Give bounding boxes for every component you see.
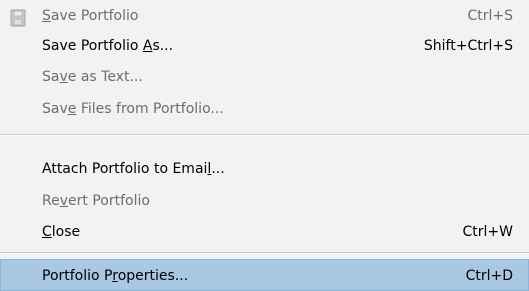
menu-item-portfolio-properties[interactable]: Portfolio Properties... Ctrl+D	[0, 259, 529, 291]
menu-item-shortcut: Ctrl+D	[465, 268, 513, 284]
file-menu: Save Portfolio Ctrl+S Save Portfolio As.…	[0, 0, 529, 291]
menu-item-revert-portfolio[interactable]: Revert Portfolio	[0, 185, 529, 217]
menu-separator	[0, 134, 529, 136]
menu-item-save-portfolio-as[interactable]: Save Portfolio As... Shift+Ctrl+S	[0, 30, 529, 62]
menu-item-attach-portfolio-to-email[interactable]: Attach Portfolio to Email...	[0, 153, 529, 185]
menu-item-label: Save as Text...	[42, 69, 143, 85]
save-disk-icon	[8, 7, 28, 27]
menu-item-shortcut: Ctrl+W	[462, 224, 513, 240]
menu-item-close[interactable]: Close Ctrl+W	[0, 216, 529, 248]
menu-item-shortcut: Shift+Ctrl+S	[423, 38, 513, 54]
menu-item-label: Save Portfolio	[42, 8, 139, 24]
menu-item-label: Revert Portfolio	[42, 193, 150, 209]
menu-item-save-files-from-portfolio[interactable]: Save Files from Portfolio...	[0, 93, 529, 125]
menu-item-label: Close	[42, 224, 81, 240]
menu-item-label: Save Portfolio As...	[42, 38, 174, 54]
menu-item-save-as-text[interactable]: Save as Text...	[0, 61, 529, 93]
menu-item-label: Save Files from Portfolio...	[42, 101, 224, 117]
menu-item-shortcut: Ctrl+S	[467, 8, 513, 24]
menu-separator	[0, 252, 529, 254]
menu-item-label: Attach Portfolio to Email...	[42, 161, 225, 177]
menu-item-save-portfolio[interactable]: Save Portfolio Ctrl+S	[0, 0, 529, 32]
menu-item-label: Portfolio Properties...	[42, 268, 189, 284]
